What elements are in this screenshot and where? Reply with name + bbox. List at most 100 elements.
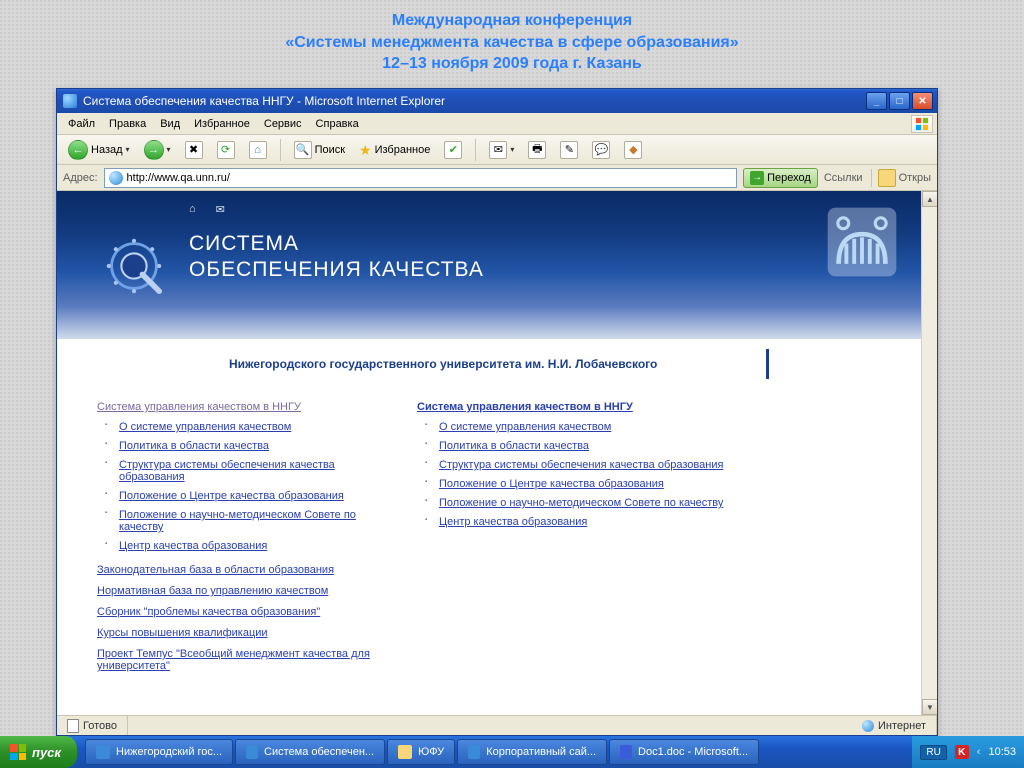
ie-icon bbox=[468, 745, 480, 759]
close-button[interactable]: ✕ bbox=[912, 92, 933, 110]
more-link-1[interactable]: Нормативная база по управлению качеством bbox=[97, 585, 377, 597]
left-link-3[interactable]: Положение о Центре качества образования bbox=[119, 490, 344, 502]
mail-button[interactable]: ✉▾ bbox=[484, 139, 519, 161]
go-icon: → bbox=[750, 171, 764, 185]
right-link-3[interactable]: Положение о Центре качества образования bbox=[439, 478, 664, 490]
search-button[interactable]: 🔍 Поиск bbox=[289, 139, 350, 161]
scroll-down-icon[interactable]: ▼ bbox=[922, 699, 937, 715]
task-button-4[interactable]: Корпоративный сай... bbox=[457, 739, 607, 765]
left-link-1[interactable]: Политика в области качества bbox=[119, 440, 269, 452]
mail-icon[interactable]: ✉ bbox=[216, 203, 225, 216]
minimize-button[interactable]: _ bbox=[866, 92, 887, 110]
menu-favorites[interactable]: Избранное bbox=[187, 116, 257, 132]
mail-icon: ✉ bbox=[489, 141, 507, 159]
address-bar: Адрес: http://www.qa.unn.ru/ → Переход С… bbox=[57, 165, 937, 191]
window-title: Система обеспечения качества ННГУ - Micr… bbox=[83, 94, 445, 108]
windows-flag-icon[interactable] bbox=[911, 115, 933, 133]
open-button[interactable]: Откры bbox=[871, 169, 931, 187]
slide-line1: Международная конференция bbox=[0, 10, 1024, 32]
right-heading[interactable]: Система управления качеством в ННГУ bbox=[417, 401, 807, 413]
vertical-scrollbar[interactable]: ▲ ▼ bbox=[921, 191, 937, 715]
links-label[interactable]: Ссылки bbox=[824, 172, 863, 184]
tray-arrow-icon[interactable]: ‹ bbox=[977, 746, 981, 758]
menu-edit[interactable]: Правка bbox=[102, 116, 153, 132]
toolbar: ← Назад ▾ → ▾ ✖ ⟳ ⌂ 🔍 Поиск ★ Избранное … bbox=[57, 135, 937, 165]
left-heading[interactable]: Система управления качеством в ННГУ bbox=[97, 401, 377, 413]
task-button-5[interactable]: Doc1.doc - Microsoft... bbox=[609, 739, 759, 765]
extra-button[interactable]: ◆ bbox=[619, 139, 647, 161]
left-link-2[interactable]: Структура системы обеспечения качества о… bbox=[119, 459, 335, 483]
more-link-0[interactable]: Законодательная база в области образован… bbox=[97, 564, 377, 576]
statusbar: Готово Интернет bbox=[57, 715, 937, 735]
home-icon[interactable]: ⌂ bbox=[189, 203, 196, 216]
task-label: Doc1.doc - Microsoft... bbox=[638, 746, 748, 758]
task-label: ЮФУ bbox=[418, 746, 444, 758]
globe-icon bbox=[862, 720, 874, 732]
right-link-0[interactable]: О системе управления качеством bbox=[439, 421, 611, 433]
task-label: Корпоративный сай... bbox=[486, 746, 596, 758]
titlebar[interactable]: Система обеспечения качества ННГУ - Micr… bbox=[57, 89, 937, 113]
content-area: ⌂ ✉ СИСТЕМА ОБЕСПЕЧЕНИЯ КАЧЕСТВА bbox=[57, 191, 937, 715]
task-label: Нижегородский гос... bbox=[116, 746, 222, 758]
scroll-up-icon[interactable]: ▲ bbox=[922, 191, 937, 207]
address-input[interactable]: http://www.qa.unn.ru/ bbox=[104, 168, 738, 188]
clock[interactable]: 10:53 bbox=[988, 746, 1016, 758]
right-link-4[interactable]: Положение о научно-методическом Совете п… bbox=[439, 497, 723, 509]
right-link-5[interactable]: Центр качества образования bbox=[439, 516, 587, 528]
left-link-5[interactable]: Центр качества образования bbox=[119, 540, 267, 552]
home-button[interactable]: ⌂ bbox=[244, 139, 272, 161]
history-button[interactable]: ✔ bbox=[439, 139, 467, 161]
task-button-2[interactable]: Система обеспечен... bbox=[235, 739, 385, 765]
separator bbox=[280, 139, 281, 161]
left-link-4[interactable]: Положение о научно-методическом Совете п… bbox=[119, 509, 356, 533]
refresh-button[interactable]: ⟳ bbox=[212, 139, 240, 161]
status-zone: Интернет bbox=[852, 716, 937, 735]
right-link-1[interactable]: Политика в области качества bbox=[439, 440, 589, 452]
refresh-icon: ⟳ bbox=[217, 141, 235, 159]
start-button[interactable]: пуск bbox=[0, 736, 77, 768]
lang-indicator[interactable]: RU bbox=[920, 745, 946, 760]
slide-line3: 12–13 ноября 2009 года г. Казань bbox=[0, 53, 1024, 75]
ie-window: Система обеспечения качества ННГУ - Micr… bbox=[56, 88, 938, 736]
stop-button[interactable]: ✖ bbox=[180, 139, 208, 161]
kaspersky-icon[interactable]: K bbox=[955, 745, 969, 759]
favorites-label: Избранное bbox=[375, 144, 431, 156]
star-icon: ★ bbox=[359, 143, 372, 157]
search-icon: 🔍 bbox=[294, 141, 312, 159]
more-link-2[interactable]: Сборник "проблемы качества образования" bbox=[97, 606, 377, 618]
maximize-button[interactable]: □ bbox=[889, 92, 910, 110]
address-label: Адрес: bbox=[63, 172, 98, 184]
back-icon: ← bbox=[68, 140, 88, 160]
forward-button[interactable]: → ▾ bbox=[139, 138, 176, 162]
favorites-button[interactable]: ★ Избранное bbox=[354, 141, 435, 159]
menubar: Файл Правка Вид Избранное Сервис Справка bbox=[57, 113, 937, 135]
left-more-links: Законодательная база в области образован… bbox=[97, 564, 377, 672]
back-button[interactable]: ← Назад ▾ bbox=[63, 138, 135, 162]
ie-icon bbox=[96, 745, 110, 759]
status-ready: Готово bbox=[57, 716, 128, 735]
print-icon: 🖶 bbox=[528, 141, 546, 159]
edit-icon: ✎ bbox=[560, 141, 578, 159]
open-label: Откры bbox=[899, 172, 931, 184]
status-zone-label: Интернет bbox=[878, 720, 926, 732]
forward-icon: → bbox=[144, 140, 164, 160]
task-button-3[interactable]: ЮФУ bbox=[387, 739, 455, 765]
back-label: Назад bbox=[91, 144, 123, 156]
menu-view[interactable]: Вид bbox=[153, 116, 187, 132]
left-link-0[interactable]: О системе управления качеством bbox=[119, 421, 291, 433]
edit-button[interactable]: ✎ bbox=[555, 139, 583, 161]
menu-help[interactable]: Справка bbox=[309, 116, 366, 132]
menu-tools[interactable]: Сервис bbox=[257, 116, 309, 132]
menu-file[interactable]: Файл bbox=[61, 116, 102, 132]
task-button-1[interactable]: Нижегородский гос... bbox=[85, 739, 233, 765]
discuss-button[interactable]: 💬 bbox=[587, 139, 615, 161]
page-icon bbox=[67, 719, 79, 733]
history-icon: ✔ bbox=[444, 141, 462, 159]
print-button[interactable]: 🖶 bbox=[523, 139, 551, 161]
more-link-4[interactable]: Проект Темпус "Всеобщий менеджмент качес… bbox=[97, 648, 377, 672]
ie-icon bbox=[246, 745, 258, 759]
site-subtitle: Нижегородского государственного универси… bbox=[209, 349, 769, 379]
more-link-3[interactable]: Курсы повышения квалификации bbox=[97, 627, 377, 639]
go-button[interactable]: → Переход bbox=[743, 168, 818, 188]
right-link-2[interactable]: Структура системы обеспечения качества о… bbox=[439, 459, 723, 471]
